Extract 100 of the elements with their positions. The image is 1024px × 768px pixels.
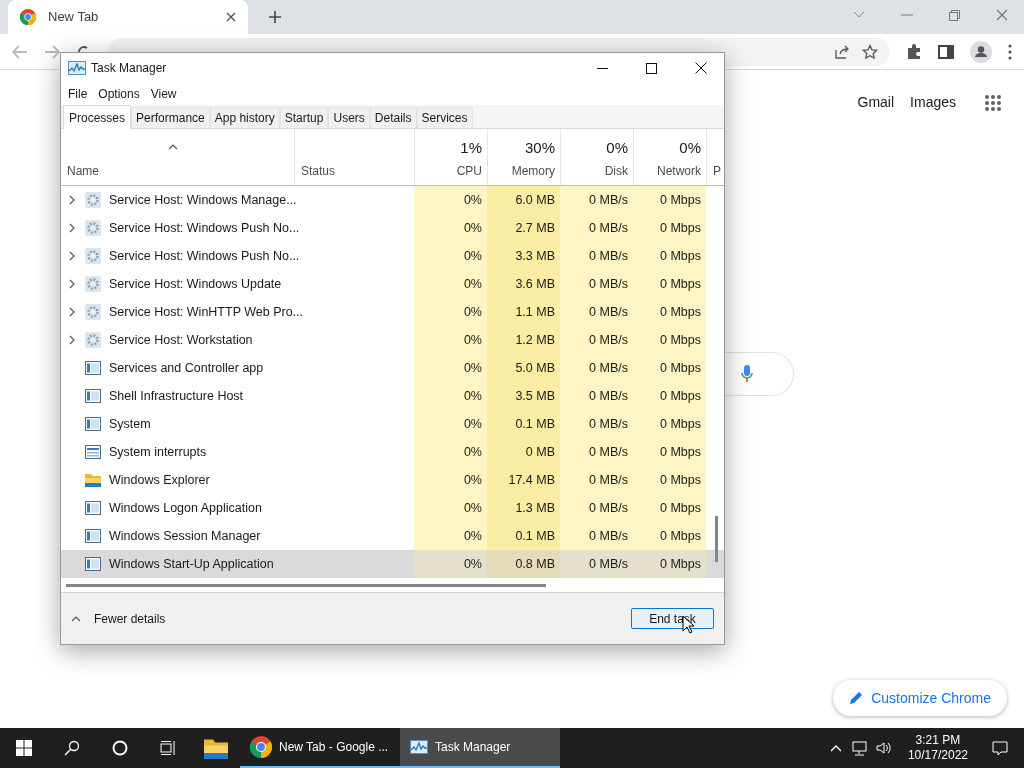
process-row[interactable]: Service Host: Windows Update 0% 3.6 MB 0 MB/s 0 Mbps: [61, 270, 724, 298]
minimize-icon[interactable]: [597, 67, 608, 69]
table-cell: 0%: [414, 270, 487, 298]
process-name: System interrupts: [109, 443, 207, 461]
apps-grid-icon[interactable]: [984, 93, 1002, 112]
column-header[interactable]: 30% Memory: [487, 129, 560, 185]
table-cell: 0 MB/s: [560, 186, 633, 214]
table-cell: 0%: [414, 214, 487, 242]
share-icon[interactable]: [834, 43, 850, 60]
task-view-icon[interactable]: [160, 740, 176, 756]
tab[interactable]: Startup: [279, 107, 329, 128]
process-name: Service Host: WinHTTP Web Pro...: [109, 303, 304, 321]
avatar-icon[interactable]: [970, 40, 992, 63]
table-cell: 17.4 MB: [487, 466, 560, 494]
gear-icon: [85, 304, 101, 320]
header-link[interactable]: Images: [910, 92, 956, 113]
app-icon: [68, 61, 86, 75]
process-row[interactable]: Service Host: Windows Manage... 0% 6.0 MB 0 MB/s 0 Mbps: [61, 186, 724, 214]
process-row[interactable]: Services and Controller app 0% 5.0 MB 0 MB/s 0 Mbps: [61, 354, 724, 382]
side-panel-icon[interactable]: [938, 43, 954, 60]
menu-item[interactable]: Options: [98, 85, 140, 103]
table-cell: 0%: [414, 410, 487, 438]
process-row[interactable]: System interrupts 0% 0 MB 0 MB/s 0 Mbps: [61, 438, 724, 466]
network-icon[interactable]: [851, 740, 868, 756]
microphone-icon[interactable]: [740, 365, 753, 383]
gear-icon: [85, 220, 101, 236]
process-name: Service Host: Windows Push No...: [109, 247, 300, 265]
table-cell: 0 MB/s: [560, 494, 633, 522]
process-name: Service Host: Windows Manage...: [109, 191, 297, 209]
table-cell: 0 Mbps: [633, 270, 706, 298]
table-cell: 0%: [414, 382, 487, 410]
process-row[interactable]: Service Host: Windows Push No... 0% 2.7 MB 0 MB/s 0 Mbps: [61, 214, 724, 242]
column-header[interactable]: 0% Network: [633, 129, 706, 185]
close-icon[interactable]: [226, 12, 236, 22]
column-header[interactable]: Name: [61, 129, 294, 185]
start-icon[interactable]: [16, 740, 32, 756]
notification-icon[interactable]: [992, 740, 1008, 756]
gear-icon: [85, 248, 101, 264]
taskbar-button[interactable]: New Tab - Google ...: [240, 728, 400, 768]
caret-icon[interactable]: [829, 744, 842, 752]
circle-icon[interactable]: [112, 740, 128, 756]
window-icon: [85, 529, 101, 543]
search-icon[interactable]: [64, 740, 80, 756]
process-row[interactable]: Windows Logon Application 0% 1.3 MB 0 MB/s 0 Mbps: [61, 494, 724, 522]
tab[interactable]: Processes: [63, 105, 132, 129]
tab[interactable]: App history: [209, 107, 280, 128]
maximize-icon[interactable]: [646, 62, 657, 74]
process-row[interactable]: Service Host: WinHTTP Web Pro... 0% 1.1 MB 0 MB/s 0 Mbps: [61, 298, 724, 326]
clock-time[interactable]: 3:21 PM: [915, 733, 961, 748]
browser-tab[interactable]: New Tab: [8, 0, 248, 34]
table-cell: 0 Mbps: [633, 214, 706, 242]
menu-item[interactable]: View: [150, 85, 177, 103]
table-cell: 0 Mbps: [633, 438, 706, 466]
tab[interactable]: Details: [369, 107, 417, 128]
window-icon: [85, 361, 101, 375]
volume-icon[interactable]: [875, 741, 892, 755]
folder-icon: [85, 473, 101, 487]
tab[interactable]: Users: [328, 107, 370, 128]
process-row[interactable]: Shell Infrastructure Host 0% 3.5 MB 0 MB/s 0 Mbps: [61, 382, 724, 410]
vertical-scrollbar-thumb[interactable]: [715, 516, 718, 562]
puzzle-icon[interactable]: [906, 43, 922, 60]
menu-icon[interactable]: [1008, 43, 1012, 60]
customize-button[interactable]: Customize Chrome: [833, 680, 1007, 716]
column-header[interactable]: 1% CPU: [414, 129, 487, 185]
tab-search-icon[interactable]: [853, 11, 865, 19]
table-cell: 0%: [414, 522, 487, 550]
process-row[interactable]: Service Host: Windows Push No... 0% 3.3 MB 0 MB/s 0 Mbps: [61, 242, 724, 270]
tab[interactable]: Services: [416, 107, 473, 128]
taskbar-button[interactable]: Task Manager: [400, 728, 560, 768]
process-row[interactable]: Windows Session Manager 0% 0.1 MB 0 MB/s 0 Mbps: [61, 522, 724, 550]
table-cell: 0 MB/s: [560, 270, 633, 298]
table-cell: 1.3 MB: [487, 494, 560, 522]
new-tab-icon[interactable]: [268, 10, 282, 24]
table-cell: 0 MB/s: [560, 382, 633, 410]
column-header[interactable]: Status: [294, 129, 414, 185]
fewer-details-link[interactable]: Fewer details: [94, 609, 166, 628]
table-cell: 0%: [414, 242, 487, 270]
process-row[interactable]: Windows Start-Up Application 0% 0.8 MB 0 MB/s 0 Mbps: [61, 550, 724, 578]
tab[interactable]: Performance: [131, 107, 210, 128]
table-cell: 0 Mbps: [633, 354, 706, 382]
process-name: Service Host: Windows Update: [109, 275, 282, 293]
table-cell: 0 Mbps: [633, 298, 706, 326]
restore-icon[interactable]: [949, 9, 960, 21]
menu-item[interactable]: File: [68, 85, 88, 103]
header-link[interactable]: Gmail: [857, 92, 895, 113]
table-cell: 0%: [414, 494, 487, 522]
process-row[interactable]: System 0% 0.1 MB 0 MB/s 0 Mbps: [61, 410, 724, 438]
star-icon[interactable]: [862, 43, 878, 60]
table-cell: 0.8 MB: [487, 550, 560, 578]
table-cell: 0%: [414, 550, 487, 578]
close-icon[interactable]: [695, 62, 707, 74]
table-cell: 5.0 MB: [487, 354, 560, 382]
column-header[interactable]: 0% Disk: [560, 129, 633, 185]
process-row[interactable]: Windows Explorer 0% 17.4 MB 0 MB/s 0 Mbps: [61, 466, 724, 494]
process-row[interactable]: Service Host: Workstation 0% 1.2 MB 0 MB/s 0 Mbps: [61, 326, 724, 354]
horizontal-scrollbar-thumb[interactable]: [66, 583, 546, 587]
pencil-icon: [849, 691, 864, 705]
clock-date[interactable]: 10/17/2022: [907, 748, 968, 763]
column-header[interactable]: P: [706, 129, 724, 185]
table-cell: 0 MB/s: [560, 214, 633, 242]
